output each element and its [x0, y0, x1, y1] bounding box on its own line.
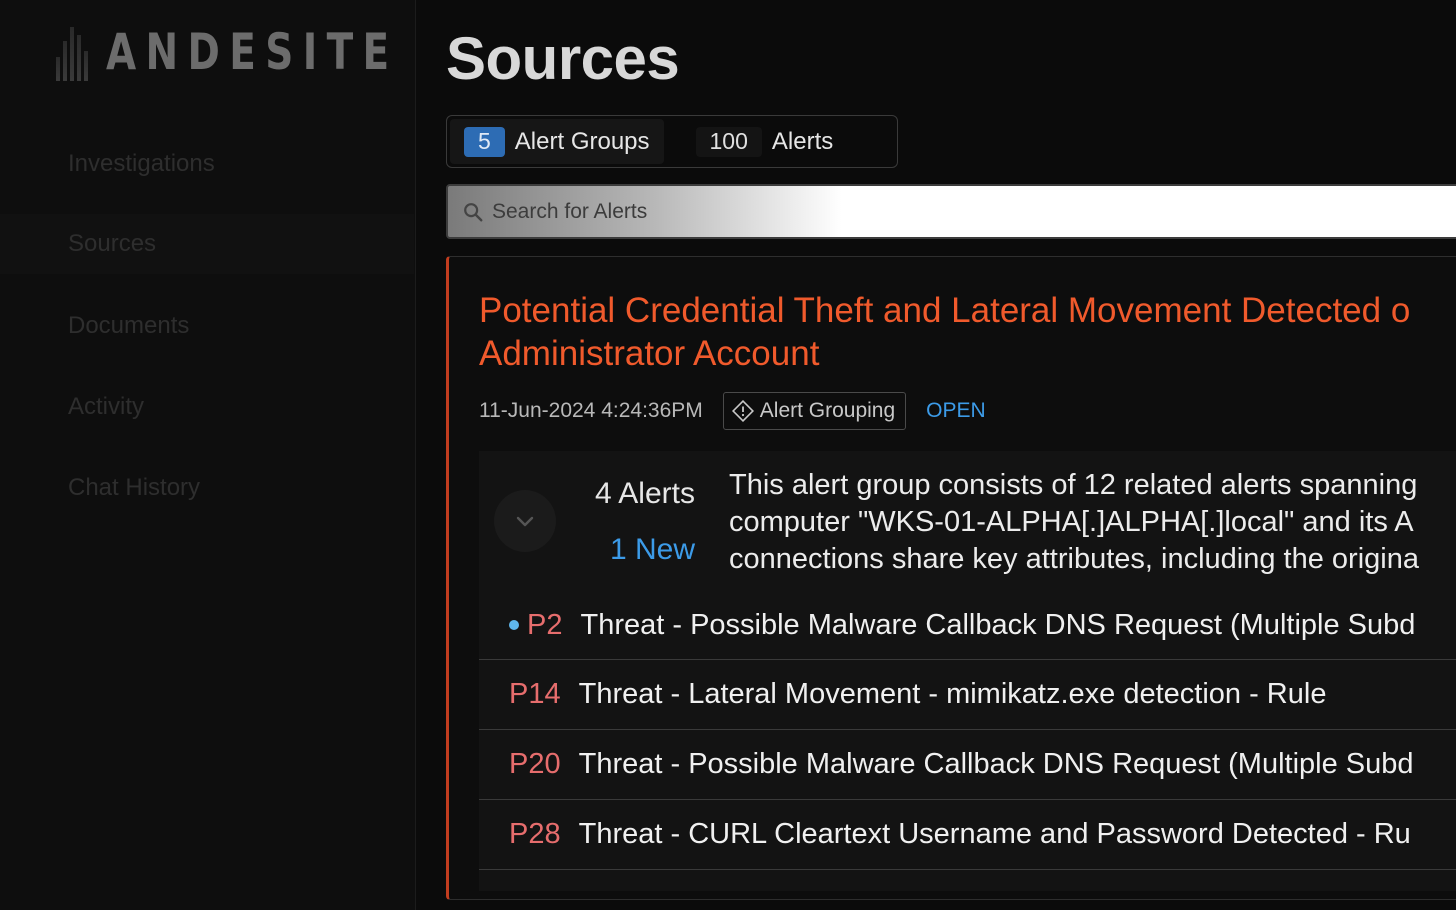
alert-row[interactable]: P2 Threat - Possible Malware Callback DN… [479, 591, 1456, 660]
sidebar: ANDESITE Investigations Sources Document… [0, 0, 416, 910]
priority-label: P20 [509, 748, 561, 780]
search-input[interactable] [492, 199, 992, 224]
alert-diamond-icon [731, 400, 754, 422]
tab-alerts-label: Alerts [771, 127, 834, 155]
alert-grouping-label: Alert Grouping [759, 399, 896, 422]
alerts-count: 4 Alerts [594, 477, 695, 510]
new-alerts-count: 1 New [609, 533, 695, 566]
alert-title: Threat - Possible Malware Callback DNS R… [578, 748, 1414, 780]
sidebar-item-investigations[interactable]: Investigations [0, 134, 414, 194]
alert-group-title-line2: Administrator Account [479, 334, 820, 373]
main-content: Sources 5 Alert Groups 100 Alerts Potent… [416, 0, 1456, 910]
logo-text: ANDESITE [106, 23, 399, 81]
tab-alert-groups[interactable]: 5 Alert Groups [450, 119, 664, 164]
status-badge: OPEN [926, 399, 986, 422]
chevron-down-icon [516, 516, 534, 527]
priority-label: P28 [509, 818, 561, 850]
priority-label: P14 [509, 678, 561, 710]
alert-list: P2 Threat - Possible Malware Callback DN… [479, 591, 1456, 870]
sidebar-item-documents[interactable]: Documents [0, 296, 414, 356]
alert-group-summary: This alert group consists of 12 related … [729, 469, 1419, 575]
alert-row[interactable]: P14 Threat - Lateral Movement - mimikatz… [479, 660, 1456, 730]
timestamp: 11-Jun-2024 4:24:36PM [479, 399, 703, 422]
alert-groups-count-badge: 5 [464, 126, 505, 157]
alert-group-details: 4 Alerts 1 New This alert group consists… [479, 451, 1456, 891]
alert-group-title-line1: Potential Credential Theft and Lateral M… [479, 291, 1411, 330]
tab-alerts[interactable]: 100 Alerts [682, 119, 848, 164]
new-dot-icon [509, 620, 519, 630]
alert-title: Threat - Possible Malware Callback DNS R… [580, 608, 1416, 641]
alert-group-title[interactable]: Potential Credential Theft and Lateral M… [479, 289, 1456, 375]
priority-label: P2 [527, 608, 563, 641]
alerts-count-badge: 100 [695, 126, 762, 157]
alert-group-card[interactable]: Potential Credential Theft and Lateral M… [446, 256, 1456, 900]
sidebar-item-activity[interactable]: Activity [0, 377, 414, 437]
search-icon [464, 202, 483, 221]
alert-row[interactable]: P28 Threat - CURL Cleartext Username and… [479, 800, 1456, 870]
alert-group-meta: 11-Jun-2024 4:24:36PM Alert Grouping OPE… [479, 391, 986, 431]
sidebar-item-sources[interactable]: Sources [0, 214, 414, 274]
page-title: Sources [446, 25, 680, 92]
tab-bar: 5 Alert Groups 100 Alerts [446, 115, 898, 168]
alert-grouping-chip: Alert Grouping [722, 392, 907, 430]
search-bar [446, 184, 1456, 239]
alert-title: Threat - Lateral Movement - mimikatz.exe… [578, 678, 1327, 710]
expand-toggle-button[interactable] [494, 490, 556, 552]
logo-mark-icon [56, 23, 92, 81]
alert-row[interactable]: P20 Threat - Possible Malware Callback D… [479, 730, 1456, 800]
alert-title: Threat - CURL Cleartext Username and Pas… [578, 818, 1411, 850]
tab-alert-groups-label: Alert Groups [514, 127, 650, 155]
sidebar-item-chat-history[interactable]: Chat History [0, 458, 414, 518]
